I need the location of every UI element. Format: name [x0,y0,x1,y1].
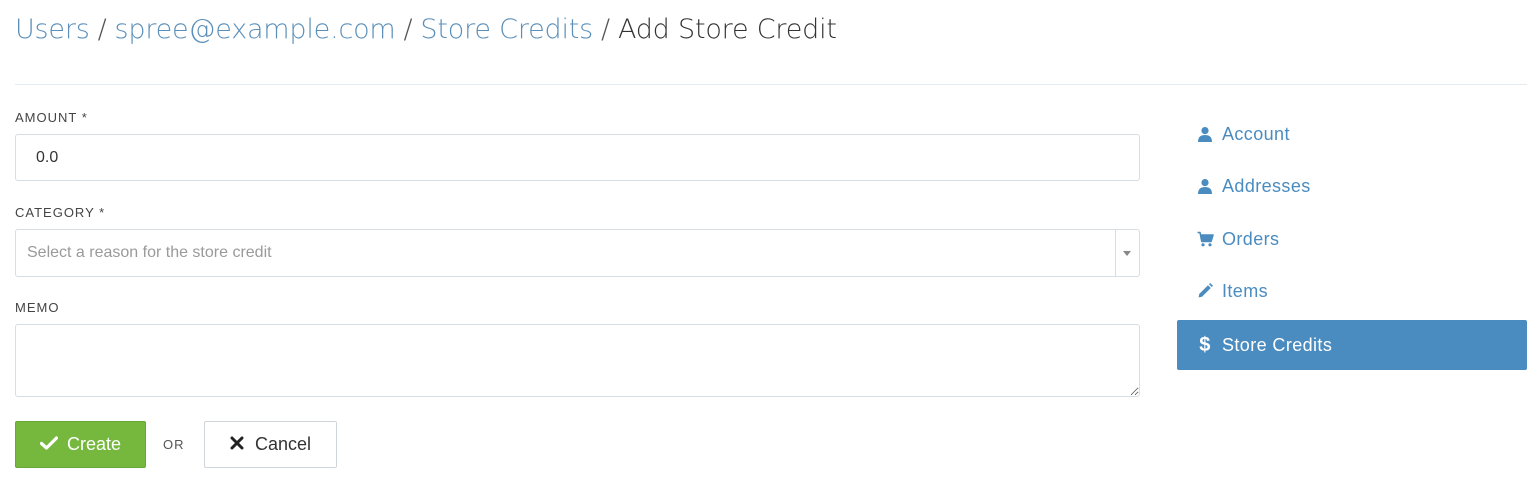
breadcrumb-link-users[interactable]: Users [15,14,90,45]
close-icon [230,434,244,455]
memo-textarea[interactable] [15,324,1140,397]
amount-label: AMOUNT * [15,110,88,125]
create-button-label: Create [66,434,122,454]
header-divider [15,84,1527,85]
amount-input[interactable] [15,134,1140,181]
dollar-icon: $ [1199,334,1211,356]
sidebar-item-store-credits[interactable]: $ Store Credits [1177,320,1527,370]
page: Users / spree@example.com / Store Credits / Ad… [0,0,1537,494]
breadcrumb: Users / spree@example.com / Store Credits / Ad… [15,14,837,45]
checkmark-icon [39,434,59,455]
breadcrumb-separator: / [601,14,610,45]
category-select-toggle[interactable] [1115,230,1139,276]
breadcrumb-separator: / [97,14,107,45]
sidebar-item-items[interactable]: Items [1177,266,1527,316]
page-title: Add Store Credit [617,14,837,45]
sidebar-item-account[interactable]: Account [1177,109,1527,159]
or-separator: OR [163,437,185,452]
user-icon [1196,125,1214,143]
sidebar-item-label: Orders [1222,228,1280,249]
category-label: CATEGORY * [15,205,106,220]
sidebar-item-label: Account [1222,123,1290,144]
memo-label: MEMO [15,300,60,315]
sidebar-item-label: Items [1222,280,1269,301]
chevron-down-icon [1123,251,1131,256]
breadcrumb-separator: / [403,14,413,45]
category-select-placeholder: Select a reason for the store credit [27,244,272,261]
cart-icon [1196,230,1214,248]
breadcrumb-link-user-email[interactable]: spree@example.com [115,14,396,45]
sidebar-item-orders[interactable]: Orders [1177,214,1527,264]
user-icon [1196,177,1214,195]
category-field-group: CATEGORY * Select a reason for the store… [15,205,1140,277]
cancel-button[interactable]: Cancel [204,421,337,468]
sidebar-item-label: Store Credits [1222,334,1333,355]
sidebar-item-label: Addresses [1222,175,1311,196]
memo-field-group: MEMO [15,300,1140,397]
amount-field-group: AMOUNT * [15,110,1140,181]
create-button[interactable]: Create [15,421,146,468]
sidebar-item-addresses[interactable]: Addresses [1177,161,1527,211]
breadcrumb-link-store-credits[interactable]: Store Credits [420,14,593,45]
cancel-button-label: Cancel [254,434,312,454]
pencil-icon [1196,282,1214,300]
category-select[interactable]: Select a reason for the store credit [15,229,1140,277]
